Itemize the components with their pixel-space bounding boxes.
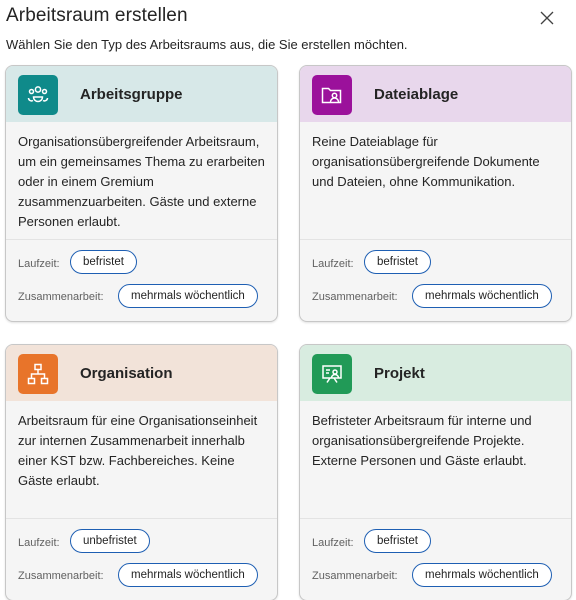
card-divider xyxy=(300,239,571,240)
laufzeit-badge: befristet xyxy=(364,250,431,274)
card-description: Reine Dateiablage für organisationsüberg… xyxy=(312,134,540,189)
zusammenarbeit-badge: mehrmals wöchentlich xyxy=(118,563,258,587)
zusammenarbeit-badge: mehrmals wöchentlich xyxy=(412,284,552,308)
zusammenarbeit-badge: mehrmals wöchentlich xyxy=(118,284,258,308)
dialog-subtitle: Wählen Sie den Typ des Arbeitsraums aus,… xyxy=(6,37,408,52)
card-divider xyxy=(6,518,277,519)
card-arbeitsgruppe[interactable]: Arbeitsgruppe Organisationsübergreifende… xyxy=(5,65,278,322)
folder-person-icon xyxy=(312,75,352,115)
zusammenarbeit-label: Zusammenarbeit: xyxy=(18,570,104,582)
card-projekt[interactable]: Projekt Befristeter Arbeitsraum für inte… xyxy=(299,344,572,600)
zusammenarbeit-label: Zusammenarbeit: xyxy=(312,291,398,303)
laufzeit-badge: befristet xyxy=(70,250,137,274)
laufzeit-label: Laufzeit: xyxy=(312,537,354,549)
people-group-icon xyxy=(18,75,58,115)
zusammenarbeit-badge: mehrmals wöchentlich xyxy=(412,563,552,587)
close-button[interactable] xyxy=(537,8,557,28)
zusammenarbeit-label: Zusammenarbeit: xyxy=(312,570,398,582)
laufzeit-label: Laufzeit: xyxy=(18,258,60,270)
laufzeit-badge: unbefristet xyxy=(70,529,150,553)
dialog-title: Arbeitsraum erstellen xyxy=(6,5,188,26)
laufzeit-label: Laufzeit: xyxy=(18,537,60,549)
org-chart-icon xyxy=(18,354,58,394)
card-divider xyxy=(300,518,571,519)
card-dateiablage[interactable]: Dateiablage Reine Dateiablage für organi… xyxy=(299,65,572,322)
card-title: Projekt xyxy=(374,365,425,382)
card-title: Organisation xyxy=(80,365,173,382)
laufzeit-label: Laufzeit: xyxy=(312,258,354,270)
card-divider xyxy=(6,239,277,240)
laufzeit-badge: befristet xyxy=(364,529,431,553)
card-title: Arbeitsgruppe xyxy=(80,86,183,103)
card-organisation[interactable]: Organisation Arbeitsraum für eine Organi… xyxy=(5,344,278,600)
card-description: Befristeter Arbeitsraum für interne und … xyxy=(312,413,532,468)
card-title: Dateiablage xyxy=(374,86,459,103)
zusammenarbeit-label: Zusammenarbeit: xyxy=(18,291,104,303)
card-description: Arbeitsraum für eine Organisationseinhei… xyxy=(18,413,258,488)
project-board-icon xyxy=(312,354,352,394)
close-icon xyxy=(540,11,554,25)
card-description: Organisationsübergreifender Arbeitsraum,… xyxy=(18,134,265,229)
